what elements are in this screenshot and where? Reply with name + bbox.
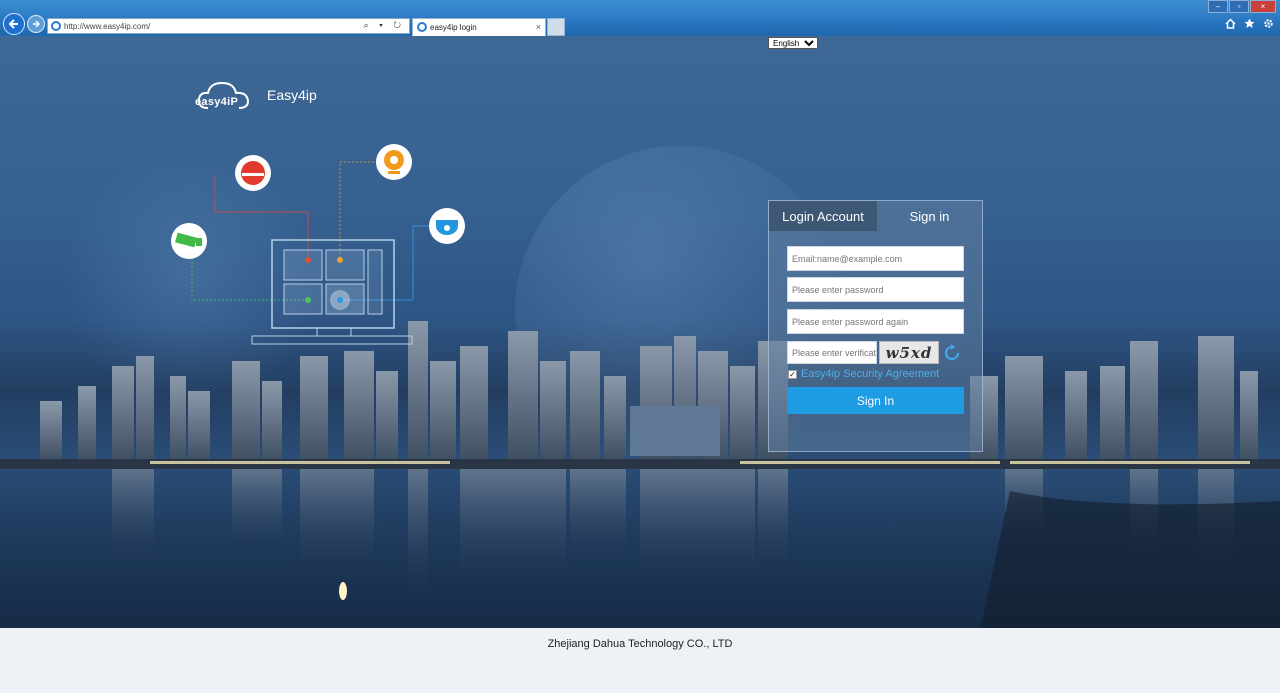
password-again-field[interactable] bbox=[787, 309, 964, 334]
back-arrow-icon bbox=[8, 19, 18, 29]
close-window-button[interactable]: × bbox=[1250, 0, 1276, 13]
maximize-button[interactable]: ▫ bbox=[1229, 0, 1249, 13]
iot-illustration bbox=[171, 144, 465, 345]
webcam-icon bbox=[376, 144, 412, 180]
refresh-captcha-icon[interactable] bbox=[942, 343, 962, 363]
ie-tab-icon bbox=[417, 22, 427, 32]
settings-gear-icon[interactable] bbox=[1263, 18, 1274, 29]
city-skyline-image bbox=[0, 321, 1280, 628]
tab-login-account[interactable]: Login Account bbox=[769, 201, 877, 231]
logo-text: easy4iP bbox=[195, 96, 239, 108]
password-field[interactable] bbox=[787, 277, 964, 302]
brand-name: Easy4ip bbox=[267, 87, 317, 103]
login-tabs: Login Account Sign in bbox=[769, 201, 982, 231]
favorites-star-icon[interactable] bbox=[1244, 18, 1255, 29]
copyright-text: Zhejiang Dahua Technology CO., LTD bbox=[547, 638, 733, 650]
browser-toolbar-icons bbox=[1225, 18, 1274, 29]
login-panel: Login Account Sign in w5xd ✓ Easy4ip Sec… bbox=[768, 200, 983, 452]
ceiling-camera-icon bbox=[429, 208, 465, 244]
security-agreement-link[interactable]: Easy4ip Security Agreement bbox=[801, 368, 939, 380]
dome-camera-icon bbox=[235, 155, 271, 191]
address-bar[interactable]: http://www.easy4ip.com/ ⌕ ▾ ↻ bbox=[47, 18, 410, 34]
tab-title: easy4ip login bbox=[430, 23, 477, 32]
footer: Zhejiang Dahua Technology CO., LTD bbox=[0, 628, 1280, 693]
browser-chrome: http://www.easy4ip.com/ ⌕ ▾ ↻ easy4ip lo… bbox=[0, 0, 1280, 36]
minimize-button[interactable]: – bbox=[1208, 0, 1228, 13]
sign-in-button[interactable]: Sign In bbox=[787, 387, 964, 414]
agreement-row: ✓ Easy4ip Security Agreement bbox=[788, 368, 939, 380]
captcha-input[interactable] bbox=[787, 341, 877, 364]
forward-arrow-icon bbox=[33, 20, 41, 28]
email-field[interactable] bbox=[787, 246, 964, 271]
address-tools[interactable]: ⌕ ▾ ↻ bbox=[364, 20, 405, 31]
tab-sign-in[interactable]: Sign in bbox=[877, 201, 982, 231]
back-button[interactable] bbox=[3, 13, 25, 35]
language-select[interactable]: English bbox=[768, 37, 818, 49]
forward-button[interactable] bbox=[27, 15, 45, 33]
address-url: http://www.easy4ip.com/ bbox=[64, 21, 151, 31]
tab-close-icon[interactable]: × bbox=[536, 22, 541, 32]
captcha-image[interactable]: w5xd bbox=[879, 341, 939, 364]
browser-tab-active[interactable]: easy4ip login × bbox=[412, 18, 546, 36]
home-icon[interactable] bbox=[1225, 18, 1236, 29]
new-tab-button[interactable] bbox=[547, 18, 565, 36]
ie-page-icon bbox=[51, 21, 61, 31]
bullet-camera-icon bbox=[171, 223, 207, 259]
agreement-checkbox[interactable]: ✓ bbox=[788, 369, 797, 379]
